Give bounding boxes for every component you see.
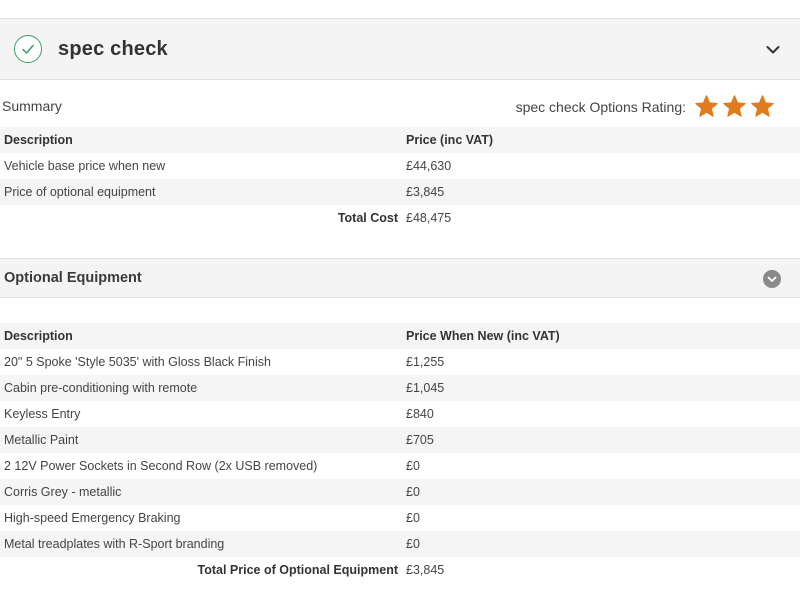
row-price: £840 bbox=[406, 407, 434, 421]
row-description: Price of optional equipment bbox=[4, 185, 156, 199]
optional-equipment-header[interactable]: Optional Equipment bbox=[0, 258, 800, 298]
star-icon bbox=[695, 95, 718, 117]
row-description: Cabin pre-conditioning with remote bbox=[4, 381, 198, 395]
row-price: £0 bbox=[406, 537, 420, 551]
summary-table-header: Description Price (inc VAT) bbox=[0, 127, 800, 153]
spec-check-title: spec check bbox=[58, 38, 168, 60]
rating-stars bbox=[694, 94, 775, 120]
total-row: Total Price of Optional Equipment £3,845 bbox=[0, 557, 800, 583]
summary-table: Description Price (inc VAT) Vehicle base… bbox=[0, 127, 800, 231]
row-description: Corris Grey - metallic bbox=[4, 485, 122, 499]
column-header-description: Description bbox=[4, 133, 73, 147]
row-description: High-speed Emergency Braking bbox=[4, 511, 181, 525]
table-row: 20" 5 Spoke 'Style 5035' with Gloss Blac… bbox=[0, 349, 800, 375]
column-header-price: Price (inc VAT) bbox=[406, 133, 494, 147]
total-row: Total Cost £48,475 bbox=[0, 205, 800, 231]
star-icon bbox=[723, 95, 746, 117]
table-row: Metal treadplates with R-Sport branding … bbox=[0, 531, 800, 557]
table-row: Corris Grey - metallic £0 bbox=[0, 479, 800, 505]
table-row: Metallic Paint £705 bbox=[0, 427, 800, 453]
total-cost-value: £48,475 bbox=[406, 211, 452, 225]
column-header-price: Price When New (inc VAT) bbox=[406, 329, 560, 343]
table-row: 2 12V Power Sockets in Second Row (2x US… bbox=[0, 453, 800, 479]
check-circle-icon bbox=[14, 35, 42, 63]
table-row: Keyless Entry £840 bbox=[0, 401, 800, 427]
row-price: £0 bbox=[406, 459, 420, 473]
optional-table-header: Description Price When New (inc VAT) bbox=[0, 323, 800, 349]
optional-equipment-table: Description Price When New (inc VAT) 20"… bbox=[0, 323, 800, 583]
star-icon bbox=[751, 95, 774, 117]
chevron-down-icon[interactable] bbox=[764, 41, 782, 59]
optional-equipment-title: Optional Equipment bbox=[4, 270, 142, 286]
chevron-down-circle-icon[interactable] bbox=[763, 270, 781, 288]
summary-label: Summary bbox=[2, 98, 62, 114]
options-rating-label: spec check Options Rating: bbox=[515, 99, 686, 115]
column-header-description: Description bbox=[4, 329, 73, 343]
spec-check-header[interactable]: spec check bbox=[0, 18, 800, 80]
row-description: 20" 5 Spoke 'Style 5035' with Gloss Blac… bbox=[4, 355, 271, 369]
table-row: Price of optional equipment £3,845 bbox=[0, 179, 800, 205]
row-price: £1,045 bbox=[406, 381, 445, 395]
row-description: Metal treadplates with R-Sport branding bbox=[4, 537, 225, 551]
row-price: £705 bbox=[406, 433, 434, 447]
row-price: £44,630 bbox=[406, 159, 452, 173]
row-price: £3,845 bbox=[406, 185, 445, 199]
table-row: Cabin pre-conditioning with remote £1,04… bbox=[0, 375, 800, 401]
row-description: Vehicle base price when new bbox=[4, 159, 166, 173]
table-row: Vehicle base price when new £44,630 bbox=[0, 153, 800, 179]
total-cost-label: Total Cost bbox=[337, 211, 398, 225]
row-description: 2 12V Power Sockets in Second Row (2x US… bbox=[4, 459, 318, 473]
row-price: £1,255 bbox=[406, 355, 445, 369]
row-description: Keyless Entry bbox=[4, 407, 81, 421]
row-price: £0 bbox=[406, 511, 420, 525]
total-optional-label: Total Price of Optional Equipment bbox=[197, 563, 398, 577]
page: spec check Summary spec check Options Ra… bbox=[0, 0, 800, 600]
row-description: Metallic Paint bbox=[4, 433, 79, 447]
row-price: £0 bbox=[406, 485, 420, 499]
table-row: High-speed Emergency Braking £0 bbox=[0, 505, 800, 531]
total-optional-value: £3,845 bbox=[406, 563, 445, 577]
